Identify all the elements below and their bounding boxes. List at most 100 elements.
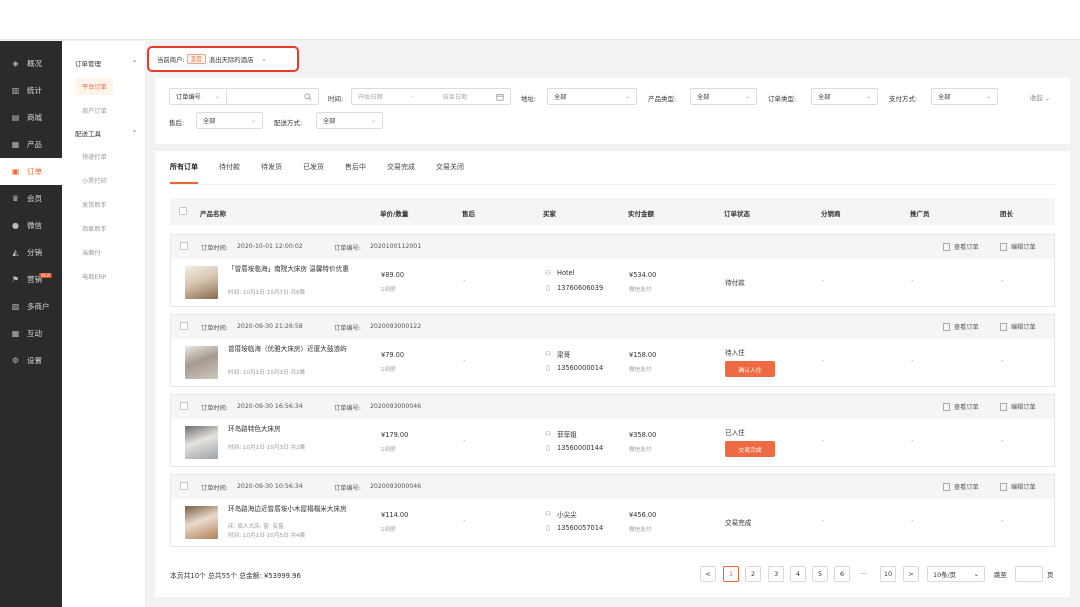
tab-pending-payment[interactable]: 待付款	[219, 151, 240, 184]
nav-item-label: 产品	[27, 140, 42, 149]
end-date-input[interactable]: 结束日期	[442, 92, 467, 101]
product-name[interactable]: 「曾厝垵临海」南院大床房 温馨特价优惠	[228, 265, 353, 274]
room-thumbnail[interactable]	[185, 346, 218, 379]
room-thumbnail[interactable]	[185, 266, 218, 299]
order-checkbox[interactable]	[180, 482, 188, 490]
nav-item-receipt-print[interactable]: 小票打印	[62, 168, 145, 192]
nav-item-order[interactable]: ▣ 订单	[0, 158, 62, 185]
view-order-button[interactable]: 查看订单	[943, 322, 979, 331]
chevron-down-icon: ⌄	[214, 93, 220, 100]
nav-item-merchant-orders[interactable]: 商户订单	[62, 98, 145, 122]
nav-item-erp[interactable]: 电商ERP	[62, 264, 145, 288]
aftersale-select[interactable]: 全部 ⌄	[196, 112, 263, 129]
user-icon: ⚇	[544, 350, 552, 358]
tab-all-orders[interactable]: 所有订单	[170, 151, 198, 184]
prev-page-button[interactable]: <	[700, 566, 716, 582]
tab-shipped[interactable]: 已发货	[303, 151, 324, 184]
nav-item-wechat[interactable]: ● 微信	[0, 212, 62, 239]
tab-completed[interactable]: 交易完成	[387, 151, 415, 184]
product-type-select[interactable]: 全部 ⌄	[690, 88, 757, 105]
view-order-button[interactable]: 查看订单	[943, 402, 979, 411]
nav-item-face-pay[interactable]: 当面付	[62, 240, 145, 264]
page-size-select[interactable]: 10条/页 ⌄	[927, 566, 985, 582]
merchant-selector[interactable]: 当前商户: 直营 浪出天际的酒店 ⌄	[147, 46, 299, 72]
order-action-button[interactable]: 确认入住	[725, 361, 775, 377]
nav-group-order-management[interactable]: 订单管理 ^	[62, 52, 145, 74]
nav-group-label: 订单管理	[75, 60, 101, 68]
order-checkbox[interactable]	[180, 322, 188, 330]
col-status: 订单状态	[724, 210, 750, 218]
order-tabs: 所有订单 待付款 待发货 已发货 售后中 交易完成 交易关闭	[170, 151, 485, 184]
grid-icon: ▦	[11, 140, 20, 149]
delivery-select[interactable]: 全部 ⌄	[316, 112, 383, 129]
edit-order-button[interactable]: 编辑订单	[1000, 322, 1036, 331]
chevron-down-icon: ⌄	[973, 570, 979, 578]
aftersale-value: -	[463, 277, 466, 285]
edit-order-button[interactable]: 编辑订单	[1000, 482, 1036, 491]
page-button[interactable]: 5	[812, 566, 828, 582]
order-time-label: 订单时间:	[201, 325, 228, 332]
page-button[interactable]: 6	[834, 566, 850, 582]
order-no: 2020093000122	[370, 323, 422, 330]
product-name[interactable]: 曾厝垵临海（优雅大床房）近厦大鼓浪屿	[228, 345, 353, 354]
select-all-checkbox[interactable]	[179, 207, 187, 215]
page-button[interactable]: 4	[790, 566, 806, 582]
room-thumbnail[interactable]	[185, 506, 218, 539]
order-action-button[interactable]: 交易完成	[725, 441, 775, 457]
order-type-select[interactable]: 全部 ⌄	[811, 88, 878, 105]
collapse-filters-button[interactable]: 收起 ⌄	[1030, 93, 1050, 102]
edit-order-button[interactable]: 编辑订单	[1000, 402, 1036, 411]
nav-group-delivery-tools[interactable]: 配送工具 ^	[62, 122, 145, 144]
col-amount: 实付金额	[628, 210, 654, 218]
page-button[interactable]: 3	[768, 566, 784, 582]
page-button[interactable]: 1	[723, 566, 739, 582]
edit-order-button[interactable]: 编辑订单	[1000, 242, 1036, 251]
order-checkbox[interactable]	[180, 242, 188, 250]
tab-aftersale[interactable]: 售后中	[345, 151, 366, 184]
user-icon: ⚇	[544, 430, 552, 438]
nav-item-label: 当面付	[82, 249, 101, 257]
tab-closed[interactable]: 交易关闭	[436, 151, 464, 184]
date-range-picker[interactable]: 开始日期 - 结束日期	[351, 88, 511, 105]
nav-item-chart[interactable]: ▥ 统计	[0, 77, 62, 104]
view-order-label: 查看订单	[954, 324, 979, 331]
order-no-input[interactable]	[226, 88, 319, 105]
buyer-phone-text: 13760606039	[557, 284, 604, 292]
edit-icon	[1000, 482, 1007, 491]
nav-item-gear[interactable]: ⚙ 设置	[0, 347, 62, 374]
search-icon[interactable]	[304, 92, 312, 101]
next-page-button[interactable]: >	[903, 566, 919, 582]
pay-method: 微信支付	[629, 447, 652, 453]
product-name[interactable]: 环岛路海边近曾厝垵小木屋榻榻米大床房	[228, 505, 353, 514]
order-card: 订单时间: 2020-10-01 12:00:02 订单编号: 20201001120…	[170, 234, 1055, 307]
order-no-select[interactable]: 订单编号 ⌄	[169, 88, 227, 105]
start-date-input[interactable]: 开始日期	[358, 92, 383, 101]
nav-item-flag[interactable]: ⚑ 营销 NEW	[0, 266, 62, 293]
nav-item-merchants[interactable]: ▧ 多商户	[0, 293, 62, 320]
pay-method: 微信支付	[629, 367, 652, 373]
date-separator: -	[411, 93, 414, 100]
nav-item-shipping-helper[interactable]: 发货助手	[62, 192, 145, 216]
product-name[interactable]: 环岛路特色大床房	[228, 425, 353, 434]
nav-item-crown[interactable]: ♛ 会员	[0, 185, 62, 212]
nav-item-interact[interactable]: ▦ 互动	[0, 320, 62, 347]
nav-item-express[interactable]: 快递打单	[62, 144, 145, 168]
nav-item-platform-orders[interactable]: 平台订单	[62, 74, 145, 98]
nav-item-grid[interactable]: ▦ 产品	[0, 131, 62, 158]
order-status: 已入住	[725, 429, 745, 437]
view-order-button[interactable]: 查看订单	[943, 242, 979, 251]
nav-item-layers[interactable]: ◈ 概况	[0, 50, 62, 77]
nav-item-store[interactable]: ▤ 商城	[0, 104, 62, 131]
nav-item-merchant-helper[interactable]: 商家助手	[62, 216, 145, 240]
tab-pending-shipment[interactable]: 待发货	[261, 151, 282, 184]
view-order-button[interactable]: 查看订单	[943, 482, 979, 491]
jump-page-input[interactable]	[1015, 566, 1043, 582]
order-checkbox[interactable]	[180, 402, 188, 410]
nav-item-distribution[interactable]: ◭ 分销	[0, 239, 62, 266]
last-page-button[interactable]: 10	[880, 566, 896, 582]
pay-method-select[interactable]: 全部 ⌄	[931, 88, 998, 105]
room-thumbnail[interactable]	[185, 426, 218, 459]
address-select[interactable]: 全部 ⌄	[547, 88, 637, 105]
page-button[interactable]: 2	[745, 566, 761, 582]
view-order-label: 查看订单	[954, 244, 979, 251]
